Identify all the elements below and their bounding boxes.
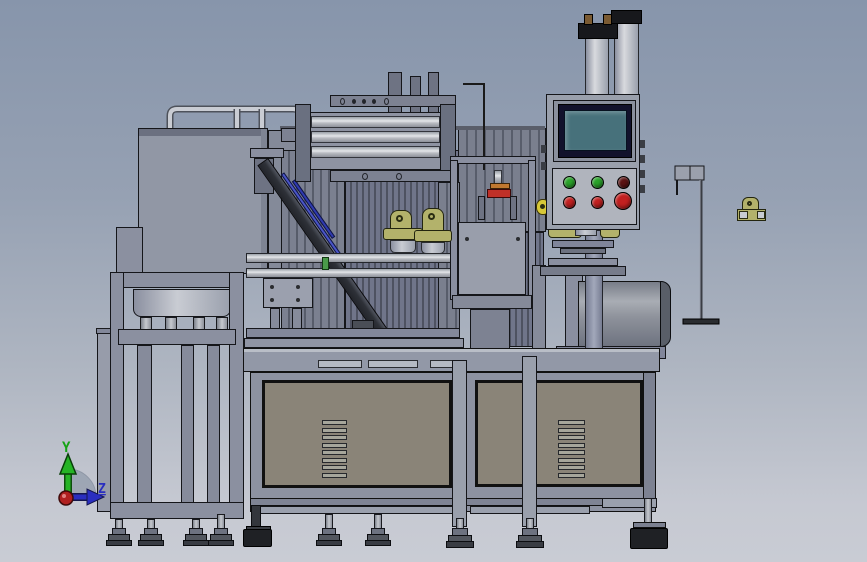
z-axis-label: Z bbox=[98, 482, 106, 497]
y-axis-label: Y bbox=[62, 440, 71, 456]
triad-origin-highlight bbox=[62, 494, 66, 498]
y-axis-arrowhead bbox=[58, 451, 78, 475]
orientation-triad: Y Z bbox=[58, 440, 106, 506]
triad-origin bbox=[58, 490, 74, 506]
cad-viewport[interactable]: Y Z bbox=[0, 0, 867, 562]
